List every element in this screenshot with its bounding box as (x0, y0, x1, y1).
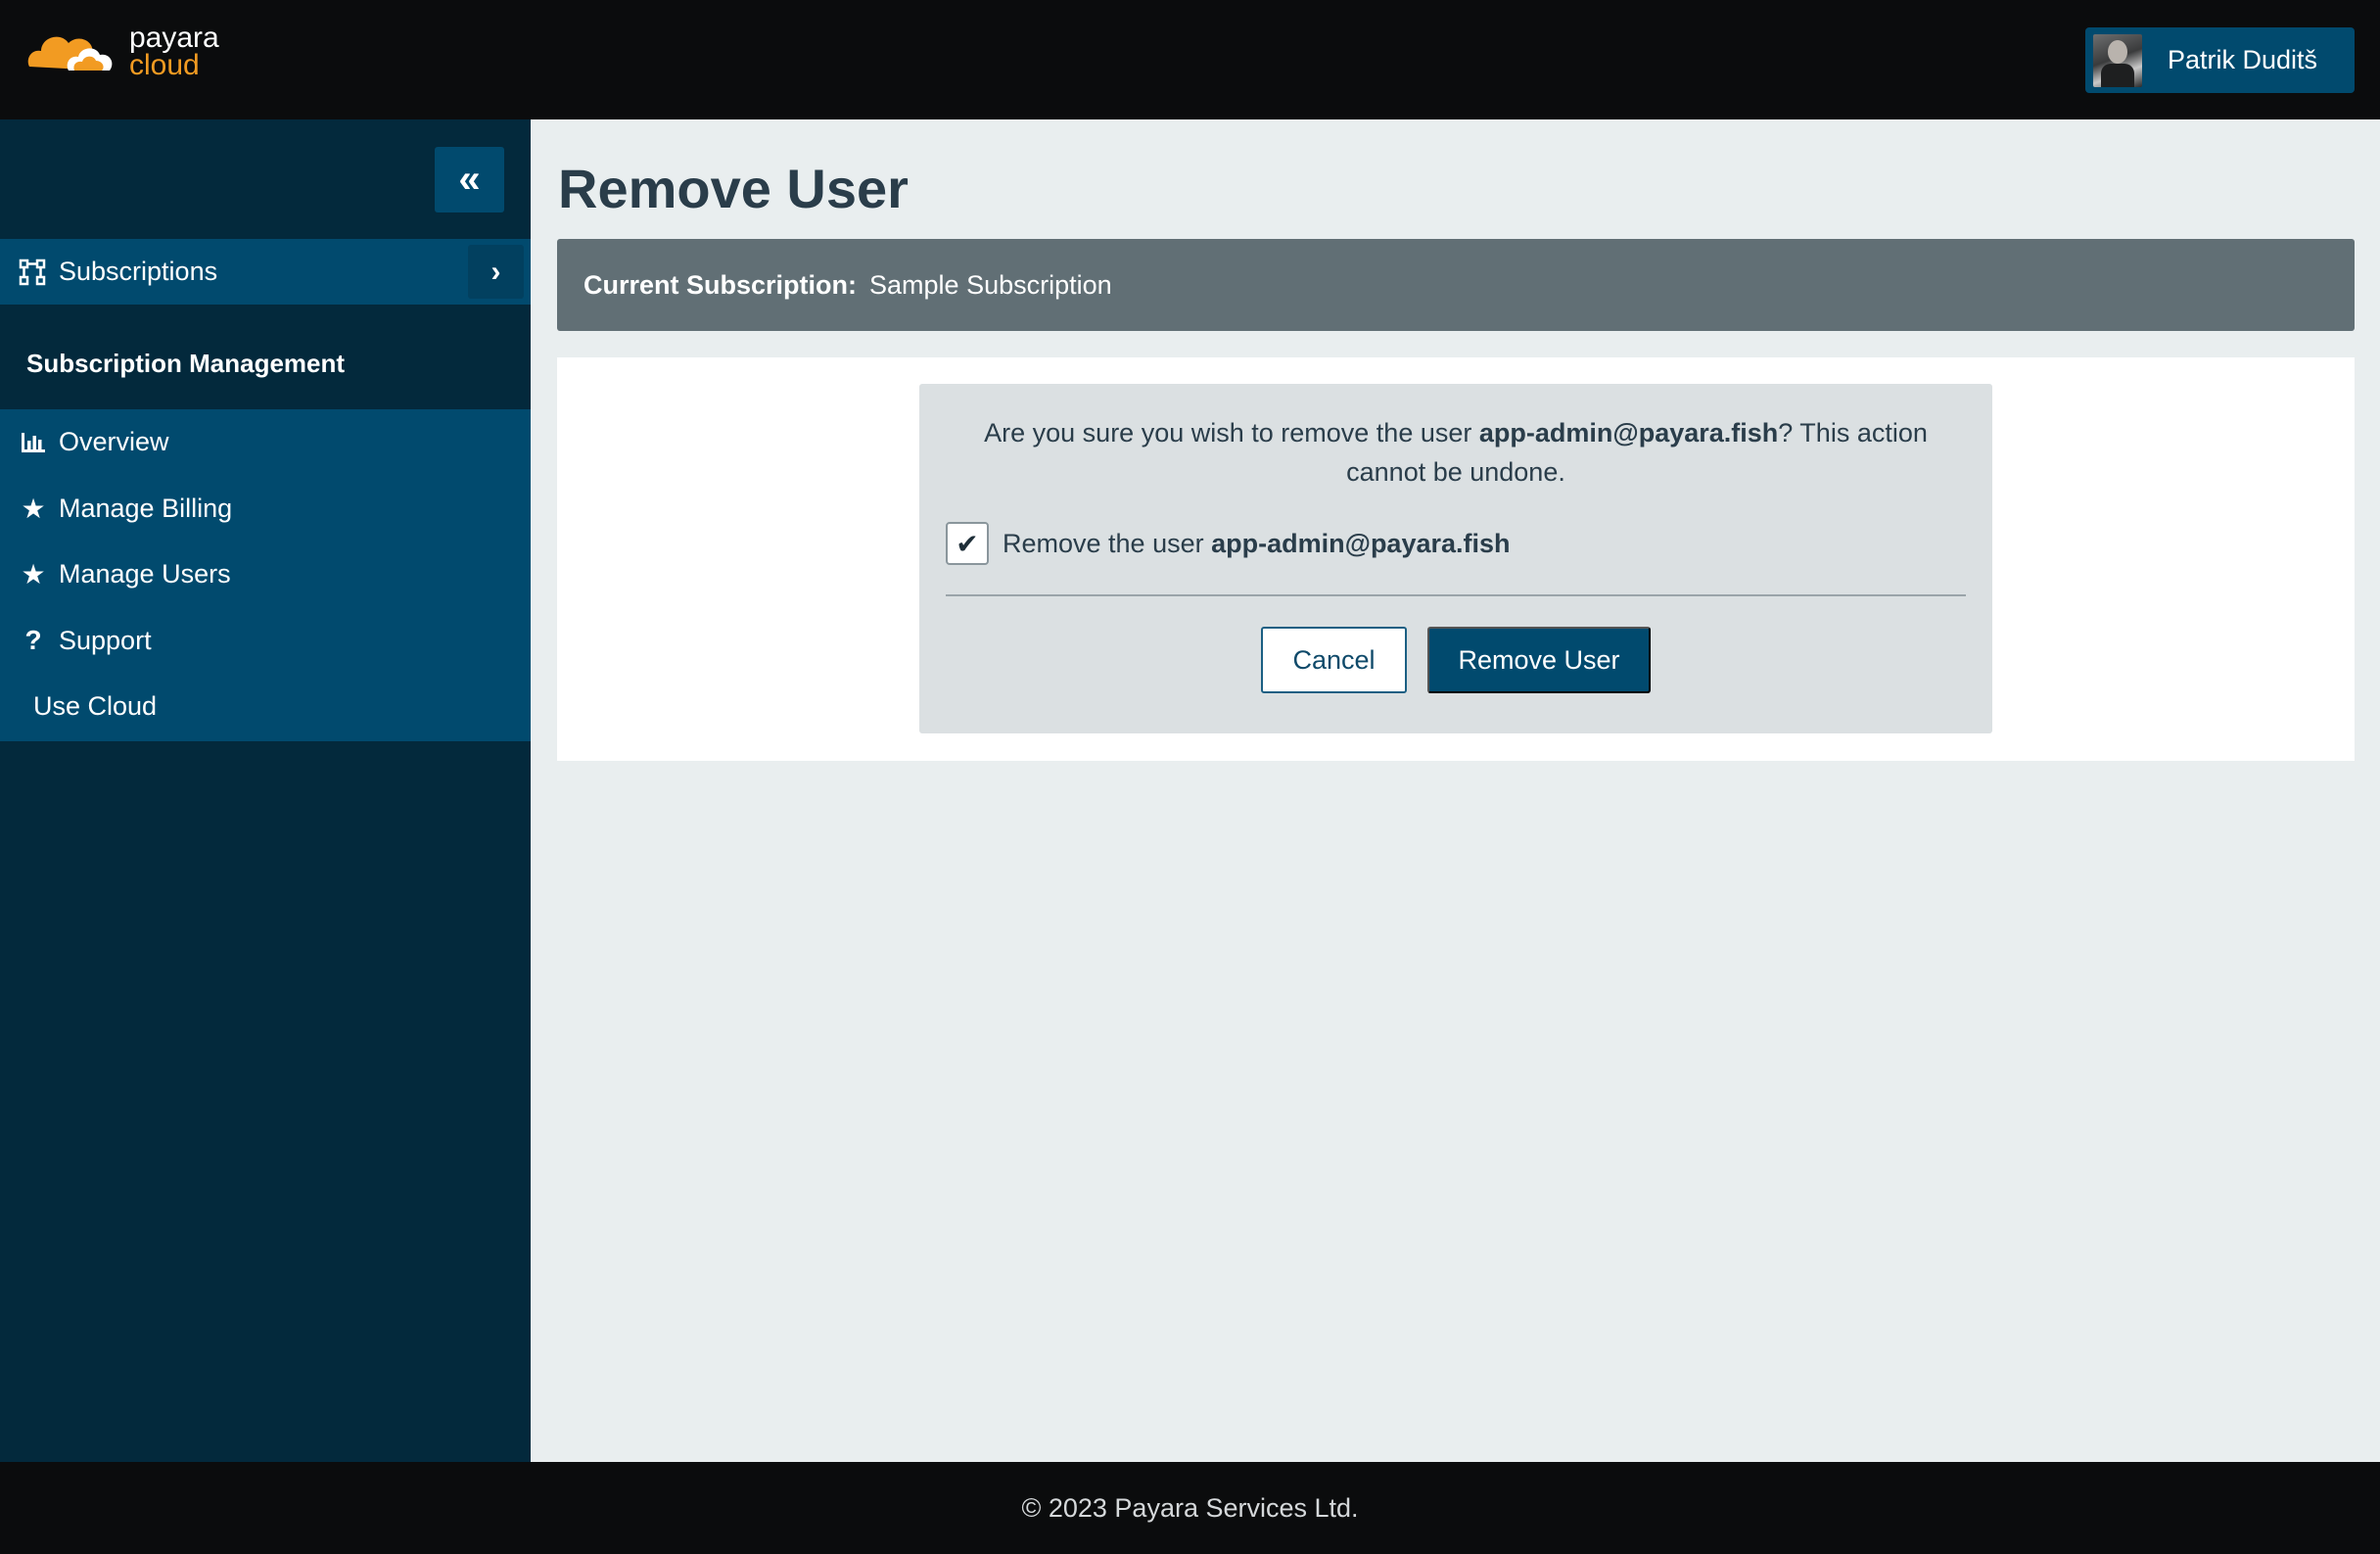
cancel-button[interactable]: Cancel (1261, 627, 1407, 693)
user-menu-button[interactable]: Patrik Duditš (2085, 27, 2355, 93)
sidebar-item-overview[interactable]: Overview (0, 409, 531, 476)
confirm-checkbox-label[interactable]: Remove the user app-admin@payara.fish (1003, 529, 1511, 559)
main-content: Remove User Current Subscription: Sample… (531, 119, 2380, 1462)
user-name: Patrik Duditš (2168, 45, 2318, 74)
logo-wordmark: payara cloud (129, 24, 219, 80)
copyright-text: © 2023 Payara Services Ltd. (1021, 1492, 1359, 1523)
sidebar-item-use-cloud[interactable]: Use Cloud (0, 674, 531, 740)
checkbox-label-prefix: Remove the user (1003, 528, 1212, 558)
sidebar-item-label: Overview (59, 427, 169, 457)
star-icon: ★ (21, 493, 46, 524)
sidebar-item-label: Subscriptions (59, 257, 218, 286)
question-icon: ? (24, 625, 42, 656)
sidebar-item-label: Manage Users (59, 559, 231, 589)
star-icon: ★ (21, 559, 46, 590)
payara-cloud-logo[interactable]: payara cloud (25, 24, 231, 84)
content-panel: Are you sure you wish to remove the user… (557, 357, 2355, 761)
section-title: Subscription Management (26, 349, 346, 378)
double-chevron-left-icon: « (458, 158, 481, 201)
sidebar-item-label: Support (59, 625, 152, 655)
confirm-checkbox[interactable]: ✔ (946, 522, 989, 565)
avatar (2093, 33, 2142, 87)
current-subscription-key: Current Subscription: (583, 269, 858, 300)
confirm-checkbox-row: ✔ Remove the user app-admin@payara.fish (946, 522, 1511, 565)
current-subscription-banner: Current Subscription: Sample Subscriptio… (557, 239, 2355, 331)
page-title: Remove User (558, 158, 909, 219)
sidebar-item-manage-users[interactable]: ★ Manage Users (0, 542, 531, 608)
divider (946, 594, 1966, 596)
chevron-right-icon: › (490, 255, 501, 288)
sidebar-item-manage-billing[interactable]: ★ Manage Billing (0, 476, 531, 542)
question-email: app-admin@payara.fish (1478, 418, 1779, 447)
footer: © 2023 Payara Services Ltd. (0, 1462, 2380, 1554)
sidebar: « Subscriptions › Subscription Managemen… (0, 119, 531, 1462)
expand-subscriptions-button[interactable]: › (468, 245, 524, 299)
remove-user-button[interactable]: Remove User (1427, 627, 1651, 693)
sidebar-item-support[interactable]: ? Support (0, 608, 531, 675)
subscriptions-icon (19, 259, 46, 285)
checkbox-label-email: app-admin@payara.fish (1211, 528, 1511, 558)
logo-line-2: cloud (129, 49, 200, 81)
cloud-logo-icon (27, 36, 113, 71)
sidebar-item-label: Manage Billing (59, 493, 233, 523)
collapse-sidebar-button[interactable]: « (435, 147, 504, 212)
checkmark-icon: ✔ (956, 528, 979, 559)
sidebar-item-subscriptions[interactable]: Subscriptions › (0, 239, 531, 305)
current-subscription-value: Sample Subscription (869, 269, 1112, 300)
bar-chart-icon (20, 429, 47, 456)
top-bar: payara cloud Patrik Duditš (0, 0, 2380, 119)
remove-user-confirmation: Are you sure you wish to remove the user… (919, 384, 1992, 733)
sidebar-item-label: Use Cloud (33, 691, 158, 722)
sidebar-nav: Overview ★ Manage Billing ★ Manage Users… (0, 409, 531, 741)
question-prefix: Are you sure you wish to remove the user (984, 418, 1479, 447)
confirmation-question: Are you sure you wish to remove the user… (958, 413, 1953, 492)
